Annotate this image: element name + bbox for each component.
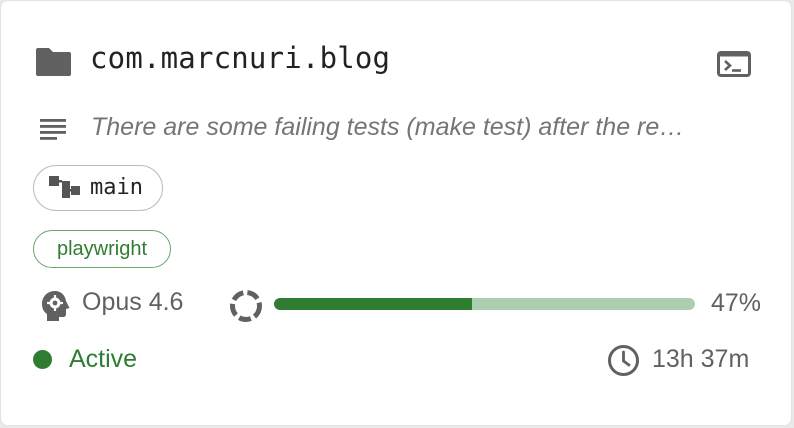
terminal-icon	[717, 51, 751, 77]
branch-chip[interactable]: main	[33, 165, 163, 211]
open-terminal-button[interactable]	[709, 45, 755, 81]
model-name: Opus 4.6	[82, 288, 184, 316]
session-card[interactable]: com.marcnuri.blog There are some failing…	[0, 0, 792, 426]
branch-icon	[49, 176, 80, 198]
folder-icon	[36, 48, 71, 76]
tag-chip[interactable]: playwright	[33, 230, 171, 268]
branch-name: main	[90, 175, 143, 200]
donut-progress-icon	[230, 290, 262, 322]
context-usage-fill	[274, 298, 472, 310]
context-usage-bar	[274, 298, 695, 310]
head-gear-icon	[42, 291, 70, 321]
status-dot	[33, 350, 52, 369]
session-duration: 13h 37m	[652, 345, 750, 373]
notes-icon	[40, 119, 66, 140]
context-usage-percent: 47%	[711, 289, 762, 317]
status-label: Active	[69, 345, 138, 373]
tag-label: playwright	[56, 237, 148, 260]
clock-icon	[608, 345, 639, 376]
project-title: com.marcnuri.blog	[90, 41, 391, 75]
session-description: There are some failing tests (make test)…	[91, 113, 685, 141]
